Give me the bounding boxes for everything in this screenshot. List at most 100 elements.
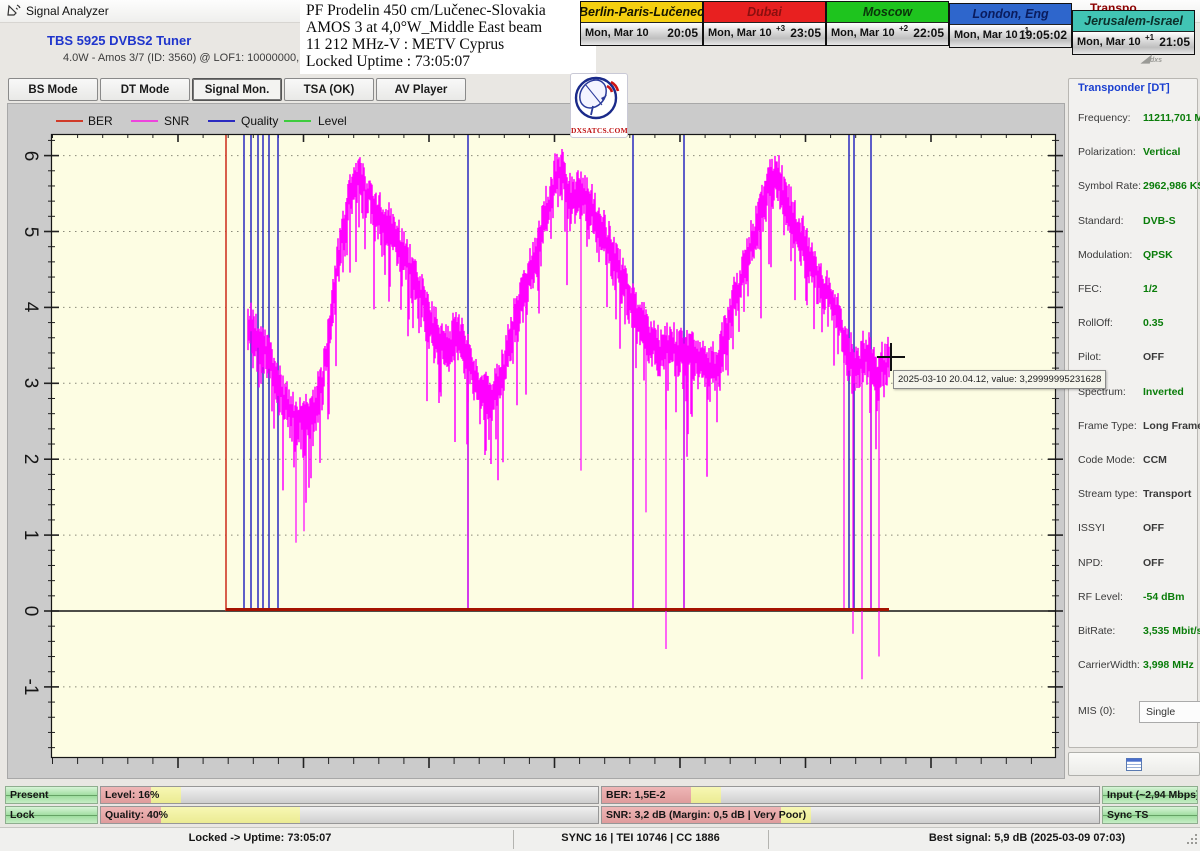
tp-value-3: DVB-S bbox=[1143, 214, 1176, 227]
statusbar-separator bbox=[768, 830, 769, 849]
bar-snr-3: SNR: 3,2 dB (Margin: 0,5 dB | Very Poor) bbox=[601, 806, 1100, 824]
clock-time: 21:05 bbox=[1159, 35, 1190, 49]
legend-line-snr bbox=[131, 120, 158, 122]
dxsatcs-logo: DXSATCS.COM bbox=[570, 73, 628, 138]
tp-value-5: 1/2 bbox=[1143, 283, 1158, 295]
y-tick-label-1: 1 bbox=[20, 529, 41, 541]
tp-label-6: RollOff: bbox=[1078, 317, 1113, 330]
list-grid-icon bbox=[1126, 757, 1142, 771]
annotation-line: PF Prodelin 450 cm/Lučenec-Slovakia bbox=[306, 2, 546, 19]
statusbar-separator bbox=[513, 830, 514, 849]
clock-time: 19:05:02 bbox=[1018, 28, 1067, 42]
clock-time-row: Mon, Mar 10 +3 23:05 bbox=[704, 23, 825, 45]
resize-grip[interactable] bbox=[1185, 832, 1199, 846]
clock-time-row: Mon, Mar 10 -1 19:05:02 bbox=[950, 25, 1071, 47]
tp-value-2: 2962,986 KS/s bbox=[1143, 180, 1200, 193]
satellite-dish-drawing bbox=[574, 76, 620, 120]
signal-monitor-chart-panel: BER SNR Quality Level 6 5 4 3 2 1 0 -1 bbox=[7, 103, 1065, 779]
chart-svg bbox=[44, 133, 1063, 768]
tp-value-0: 11211,701 MHz bbox=[1143, 112, 1200, 124]
tab-av-player[interactable]: AV Player bbox=[376, 78, 466, 101]
tp-label-13: NPD: bbox=[1078, 556, 1104, 569]
tp-label-2: Symbol Rate: bbox=[1078, 180, 1142, 193]
transponder-list-button[interactable] bbox=[1068, 752, 1200, 776]
legend-label-ber: BER bbox=[88, 114, 113, 128]
tp-label-14: RF Level: bbox=[1078, 590, 1123, 603]
legend-label-level: Level bbox=[318, 114, 347, 128]
clock-utc-offset: +1 bbox=[1145, 33, 1155, 42]
world-clock-gadget: Berlin-Paris-Lučenec Mon, Mar 10 20:05 Duba… bbox=[580, 0, 1195, 62]
tp-value-12: OFF bbox=[1143, 522, 1164, 535]
mis-dropdown[interactable]: Single ▼ bbox=[1139, 701, 1200, 723]
legend-label-snr: SNR bbox=[164, 114, 190, 128]
tp-value-13: OFF bbox=[1143, 556, 1164, 569]
tp-value-11: Transport bbox=[1143, 488, 1192, 501]
bar-input-2: Input (~2,94 Mbps) bbox=[1102, 786, 1198, 804]
tp-value-6: 0.35 bbox=[1143, 317, 1164, 330]
clock-city: Moscow bbox=[827, 2, 948, 23]
clock-city: Jerusalem-Israel bbox=[1073, 11, 1194, 32]
bar-ber-1: BER: 1,5E-2 bbox=[601, 786, 1100, 804]
logo-caption: DXSATCS.COM bbox=[571, 126, 628, 135]
tuner-title: TBS 5925 DVBS2 Tuner bbox=[47, 33, 192, 48]
clock-date: Mon, Mar 10 bbox=[585, 27, 649, 39]
bar-label: Quality: 40% bbox=[105, 809, 169, 821]
signal-analyzer-window: { "window": { "title": "Signal Analyzer"… bbox=[0, 0, 1200, 851]
legend-line-ber bbox=[56, 120, 83, 122]
status-bar: Locked -> Uptime: 73:05:07 SYNC 16 | TEI… bbox=[0, 827, 1200, 851]
annotation-line: AMOS 3 at 4,0°W_Middle East beam bbox=[306, 19, 543, 36]
tab-tsa-ok-[interactable]: TSA (OK) bbox=[284, 78, 374, 101]
tp-value-1: Vertical bbox=[1143, 146, 1181, 159]
status-best-signal: Best signal: 5,9 dB (2025-03-09 07:03) bbox=[928, 832, 1126, 844]
bar-label: Lock bbox=[10, 809, 35, 821]
bar-label: Input (~2,94 Mbps) bbox=[1107, 789, 1198, 801]
transponder-panel: Transponder [DT] Frequency: 11211,701 MHz… bbox=[1068, 78, 1200, 748]
app-dish-icon bbox=[7, 3, 22, 18]
tp-value-4: QPSK bbox=[1143, 248, 1173, 261]
tab-dt-mode[interactable]: DT Mode bbox=[100, 78, 190, 101]
clock-1: Berlin-Paris-Lučenec Mon, Mar 10 20:05 bbox=[580, 1, 703, 46]
clock-date: Mon, Mar 10 bbox=[1077, 36, 1141, 48]
clock-5: Jerusalem-Israel Mon, Mar 10 +1 21:05 bbox=[1072, 10, 1195, 55]
annotation-overlay: PF Prodelin 450 cm/Lučenec-Slovakia AMOS… bbox=[300, 0, 596, 74]
clock-time-row: Mon, Mar 10 +2 22:05 bbox=[827, 23, 948, 45]
window-title: Signal Analyzer bbox=[26, 4, 109, 18]
bar-sync-ts: Sync TS bbox=[1102, 806, 1198, 824]
status-uptime: Locked -> Uptime: 73:05:07 bbox=[188, 832, 332, 844]
clock-gadget-logo: ◢dxs bbox=[1141, 53, 1162, 65]
legend-line-level bbox=[284, 120, 311, 122]
tp-label-5: FEC: bbox=[1078, 283, 1102, 295]
clock-utc-offset: +2 bbox=[899, 24, 909, 33]
clock-date: Mon, Mar 10 bbox=[831, 27, 895, 39]
clock-time-row: Mon, Mar 10 20:05 bbox=[581, 23, 702, 45]
tab-bs-mode[interactable]: BS Mode bbox=[8, 78, 98, 101]
bar-label: BER: 1,5E-2 bbox=[606, 789, 666, 801]
chart-tooltip: 2025-03-10 20.04.12, value: 3,2999999523… bbox=[893, 370, 1107, 389]
status-sync: SYNC 16 | TEI 10746 | CC 1886 bbox=[561, 832, 720, 844]
plot-area[interactable] bbox=[44, 133, 1063, 768]
tp-label-12: ISSYI bbox=[1078, 522, 1105, 535]
clock-time: 20:05 bbox=[667, 26, 698, 40]
y-tick-label-6: 6 bbox=[20, 150, 41, 161]
clock-city: Berlin-Paris-Lučenec bbox=[581, 2, 702, 23]
annotation-line: 11 212 MHz-V : METV Cyprus bbox=[306, 36, 505, 53]
tp-label-0: Frequency: bbox=[1078, 112, 1131, 124]
tab-signal-mon-[interactable]: Signal Mon. bbox=[192, 78, 282, 101]
bar-quality-40: Quality: 40% bbox=[100, 806, 599, 824]
tp-value-15: 3,535 Mbit/s bbox=[1143, 625, 1200, 637]
bar-label: Present bbox=[10, 789, 49, 801]
clock-time-row: Mon, Mar 10 +1 21:05 bbox=[1073, 32, 1194, 54]
tp-value-7: OFF bbox=[1143, 351, 1164, 364]
y-tick-label-0: 0 bbox=[20, 605, 41, 617]
clock-2: Dubai Mon, Mar 10 +3 23:05 bbox=[703, 1, 826, 46]
clock-utc-offset: +3 bbox=[776, 24, 786, 33]
clock-date: Mon, Mar 10 bbox=[954, 29, 1018, 41]
bar-label: SNR: 3,2 dB (Margin: 0,5 dB | Very Poor) bbox=[606, 809, 807, 821]
bar-lock: Lock bbox=[5, 806, 98, 824]
tp-label-3: Standard: bbox=[1078, 214, 1124, 227]
legend-line-quality bbox=[208, 120, 235, 122]
clock-time: 23:05 bbox=[790, 26, 821, 40]
tp-label-7: Pilot: bbox=[1078, 351, 1102, 364]
clock-4: London, Eng Mon, Mar 10 -1 19:05:02 bbox=[949, 3, 1072, 48]
tp-label-11: Stream type: bbox=[1078, 488, 1138, 501]
